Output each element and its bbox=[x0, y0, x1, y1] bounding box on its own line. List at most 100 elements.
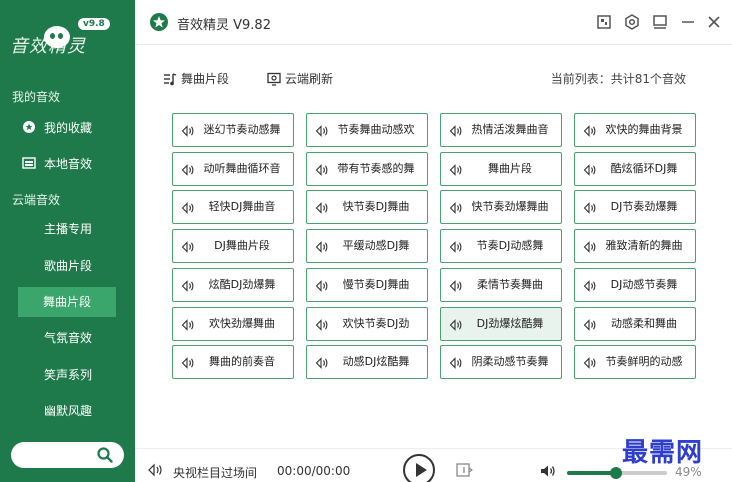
sound-icon bbox=[315, 125, 328, 137]
sound-button-label: DJ动感节奏舞 bbox=[610, 277, 678, 291]
toolbar: 舞曲片段 云端刷新 当前列表：共计81个音效 bbox=[135, 45, 732, 95]
sound-icon bbox=[181, 279, 194, 292]
sound-button[interactable]: 节奏舞曲动感欢 bbox=[306, 113, 428, 147]
version-badge: v9.8 bbox=[78, 18, 110, 30]
sound-button-label: 动听舞曲循环音 bbox=[203, 161, 281, 175]
sound-icon bbox=[449, 202, 462, 215]
sidebar-item-songs[interactable]: 歌曲片段 bbox=[0, 251, 135, 281]
sound-button-label: 迷幻节奏动感舞 bbox=[203, 123, 281, 136]
app-icon bbox=[150, 13, 168, 31]
volume-fill bbox=[567, 471, 616, 475]
sidebar-item-anchor[interactable]: 主播专用 bbox=[0, 214, 135, 244]
search-button[interactable] bbox=[11, 442, 124, 468]
cloud-refresh-label: 云端刷新 bbox=[285, 72, 334, 86]
sound-button-label: 柔情节奏舞曲 bbox=[477, 277, 543, 291]
music-list-icon bbox=[164, 73, 177, 86]
app-logo: 音效精灵 v9.8 bbox=[10, 12, 125, 62]
sound-button[interactable]: 欢快节奏DJ劲 bbox=[306, 306, 428, 341]
sound-button[interactable]: 慢节奏DJ舞曲 bbox=[306, 267, 428, 302]
sound-button[interactable]: 舞曲片段 bbox=[440, 151, 562, 186]
sound-button[interactable]: 带有节奏感的舞 bbox=[306, 151, 428, 186]
search-icon bbox=[97, 447, 113, 463]
sound-button[interactable]: 阴柔动感节奏舞 bbox=[440, 345, 562, 380]
sound-button-label: 节奏舞曲动感欢 bbox=[337, 123, 415, 136]
sound-button-label: 动感柔和舞曲 bbox=[611, 316, 677, 330]
sound-button[interactable]: 欢快的舞曲背景 bbox=[574, 113, 696, 147]
sound-button[interactable]: 动感DJ炫酷舞 bbox=[306, 345, 428, 380]
sound-button[interactable]: 快节奏DJ舞曲 bbox=[306, 190, 428, 225]
sidebar-item-atmosphere[interactable]: 气氛音效 bbox=[0, 323, 135, 353]
volume-knob[interactable] bbox=[610, 467, 622, 479]
sound-icon bbox=[181, 357, 194, 370]
monitor-refresh-icon bbox=[267, 72, 281, 86]
window-title: 音效精灵 V9.82 bbox=[177, 18, 271, 33]
mascot-icon bbox=[44, 26, 70, 48]
sound-button[interactable]: 迷幻节奏动感舞 bbox=[172, 113, 294, 147]
sound-button[interactable]: 舞曲的前奏音 bbox=[172, 345, 294, 380]
sound-icon bbox=[181, 125, 194, 137]
close-icon[interactable] bbox=[705, 13, 723, 31]
sound-button-label: 热情活泼舞曲音 bbox=[471, 123, 549, 136]
now-playing-title: 央视栏目过场间 bbox=[173, 466, 258, 480]
volume-icon[interactable] bbox=[540, 464, 556, 478]
sound-button-label: 慢节奏DJ舞曲 bbox=[342, 277, 410, 291]
title-bar: 音效精灵 V9.82 bbox=[135, 0, 732, 45]
sound-button[interactable]: 轻快DJ舞曲音 bbox=[172, 190, 294, 225]
sound-button[interactable]: DJ节奏劲爆舞 bbox=[574, 190, 696, 225]
sound-button[interactable]: DJ舞曲片段 bbox=[172, 229, 294, 264]
sound-button-label: 快节奏劲爆舞曲 bbox=[471, 200, 549, 214]
sound-button-label: 欢快的舞曲背景 bbox=[605, 123, 683, 136]
sound-icon bbox=[583, 125, 596, 137]
list-count: 当前列表：共计81个音效 bbox=[550, 72, 686, 86]
volume-slider[interactable] bbox=[567, 467, 667, 479]
sound-button-label: 炫酷DJ劲爆舞 bbox=[208, 277, 276, 291]
sound-button[interactable]: 节奏DJ动感舞 bbox=[440, 229, 562, 264]
sound-button-label: DJ节奏劲爆舞 bbox=[610, 200, 678, 214]
sidebar: 音效精灵 v9.8 我的音效 我的收藏 本地音效 云端音效 主播专用 歌曲片段 … bbox=[0, 0, 135, 482]
sound-button[interactable]: 平缓动感DJ舞 bbox=[306, 229, 428, 264]
next-track-icon[interactable] bbox=[455, 461, 473, 479]
sound-button[interactable]: 炫酷DJ劲爆舞 bbox=[172, 267, 294, 302]
sound-icon bbox=[583, 163, 596, 176]
play-button[interactable] bbox=[403, 454, 435, 482]
sound-button[interactable]: 酷炫循环DJ舞 bbox=[574, 151, 696, 186]
sound-icon bbox=[315, 241, 328, 253]
sidebar-item-favorites[interactable]: 我的收藏 bbox=[0, 113, 135, 143]
sound-icon bbox=[449, 318, 462, 331]
minimize-icon[interactable] bbox=[679, 13, 697, 31]
sound-button[interactable]: 热情活泼舞曲音 bbox=[440, 113, 562, 147]
skin-icon[interactable] bbox=[595, 13, 613, 31]
settings-icon[interactable] bbox=[623, 13, 641, 31]
sidebar-item-label: 本地音效 bbox=[44, 157, 93, 171]
sound-button[interactable]: 动听舞曲循环音 bbox=[172, 151, 294, 186]
sidebar-item-dance[interactable]: 舞曲片段 bbox=[18, 287, 116, 317]
sound-icon bbox=[449, 163, 462, 176]
sound-button[interactable]: 欢快劲爆舞曲 bbox=[172, 306, 294, 341]
sound-icon bbox=[583, 202, 596, 215]
sidebar-item-laughter[interactable]: 笑声系列 bbox=[0, 360, 135, 390]
sound-button[interactable]: 节奏鲜明的动感 bbox=[574, 345, 696, 380]
sound-button-label: 快节奏DJ舞曲 bbox=[342, 200, 410, 214]
sound-button[interactable]: 快节奏劲爆舞曲 bbox=[440, 190, 562, 225]
sidebar-item-local[interactable]: 本地音效 bbox=[0, 149, 135, 179]
cloud-refresh-button[interactable]: 云端刷新 bbox=[267, 70, 333, 87]
sound-icon bbox=[315, 163, 328, 176]
sound-button[interactable]: DJ劲爆炫酷舞 bbox=[440, 306, 562, 341]
sound-button[interactable]: 雅致清新的舞曲 bbox=[574, 229, 696, 264]
sidebar-item-humor[interactable]: 幽默风趣 bbox=[0, 396, 135, 426]
sound-button[interactable]: DJ动感节奏舞 bbox=[574, 267, 696, 302]
sound-button[interactable]: 柔情节奏舞曲 bbox=[440, 267, 562, 302]
sound-button-label: 欢快劲爆舞曲 bbox=[209, 316, 275, 330]
sidebar-item-label: 我的收藏 bbox=[44, 121, 93, 135]
sound-icon bbox=[315, 279, 328, 292]
local-folder-icon bbox=[22, 157, 36, 169]
sound-button-label: 轻快DJ舞曲音 bbox=[208, 200, 276, 214]
sidebar-section-my: 我的音效 bbox=[12, 90, 61, 104]
mini-mode-icon[interactable] bbox=[651, 13, 669, 31]
sound-icon bbox=[583, 357, 596, 370]
dance-list-button[interactable]: 舞曲片段 bbox=[163, 70, 229, 87]
sound-button-label: 雅致清新的舞曲 bbox=[605, 239, 683, 253]
dance-list-label: 舞曲片段 bbox=[181, 72, 230, 86]
sound-icon bbox=[449, 241, 462, 253]
sound-button[interactable]: 动感柔和舞曲 bbox=[574, 306, 696, 341]
